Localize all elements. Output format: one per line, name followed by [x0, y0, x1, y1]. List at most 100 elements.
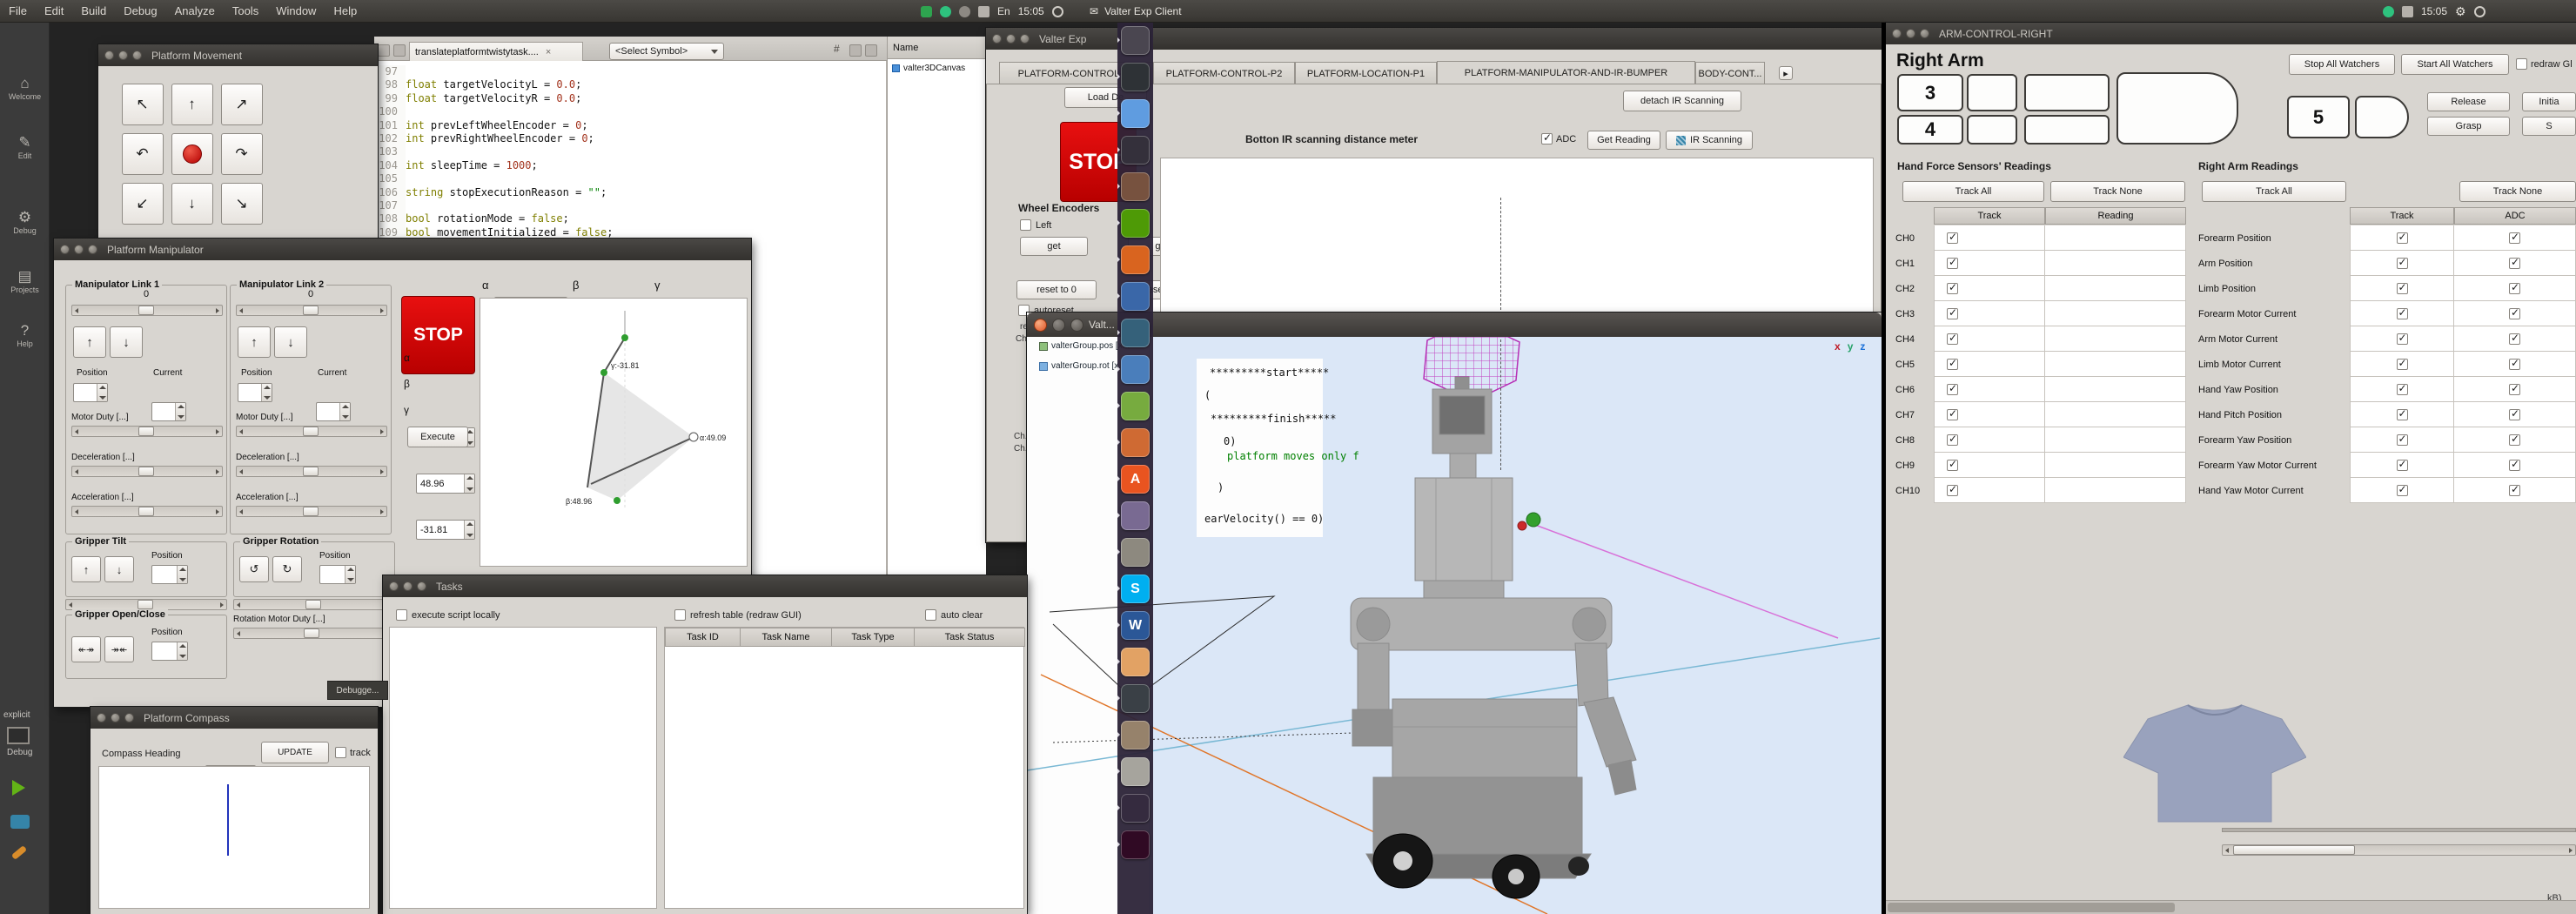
- view-slider[interactable]: [2222, 844, 2576, 856]
- link2-up-button[interactable]: ↑: [238, 326, 271, 358]
- link2-motor-duty-slider[interactable]: [236, 426, 387, 437]
- finger-3-box[interactable]: 3: [1897, 74, 1963, 111]
- track-checkbox[interactable]: [2397, 485, 2408, 496]
- link1-position-spinbox[interactable]: [73, 383, 108, 402]
- squeeze-button[interactable]: S: [2522, 117, 2576, 136]
- finger-5-box[interactable]: 5: [2287, 96, 2350, 138]
- viewer3d-canvas[interactable]: valterGroup.pos [x... valterGroup.rot [x…: [1027, 337, 1882, 914]
- link2-position-spinbox[interactable]: [238, 383, 272, 402]
- adc-checkbox[interactable]: [2509, 384, 2520, 395]
- execute-button[interactable]: Execute: [407, 427, 468, 447]
- link1-acceleration-slider[interactable]: [71, 506, 223, 517]
- link1-up-button[interactable]: ↑: [73, 326, 106, 358]
- editor-icon-2[interactable]: [393, 44, 406, 57]
- adc-checkbox[interactable]: [2509, 359, 2520, 370]
- launcher-word-app-icon[interactable]: W: [1121, 611, 1150, 640]
- maximize-icon[interactable]: [132, 50, 142, 60]
- hash-icon[interactable]: #: [834, 43, 840, 55]
- finger-tip-box[interactable]: [2355, 96, 2409, 138]
- adc-checkbox[interactable]: [2509, 434, 2520, 446]
- finger-segment[interactable]: [1967, 74, 2017, 111]
- clock[interactable]: 15:05: [1018, 5, 1044, 17]
- ir-scanning-button[interactable]: IR Scanning: [1666, 131, 1753, 150]
- adc-checkbox[interactable]: [2509, 460, 2520, 471]
- maximize-icon[interactable]: [88, 245, 97, 254]
- execute-script-locally-checkbox[interactable]: execute script locally: [396, 609, 500, 621]
- finger-segment[interactable]: [1967, 115, 2017, 144]
- gripper-open-button[interactable]: ↞↠: [71, 636, 101, 662]
- launcher-settings-icon[interactable]: [1121, 501, 1150, 530]
- track-checkbox[interactable]: [1947, 308, 1958, 319]
- symbol-selector-dropdown[interactable]: <Select Symbol>: [609, 43, 724, 60]
- get-reading-button[interactable]: Get Reading: [1587, 131, 1660, 150]
- close-icon[interactable]: [104, 50, 114, 60]
- arm-track-all-button[interactable]: Track All: [2202, 181, 2346, 202]
- power-icon[interactable]: [2474, 6, 2485, 17]
- movement-forward-left-button[interactable]: ↖: [122, 84, 164, 125]
- menu-debug[interactable]: Debug: [115, 0, 165, 23]
- manipulator-stop-button[interactable]: STOP: [401, 296, 475, 374]
- run-button[interactable]: [12, 780, 25, 796]
- close-icon[interactable]: [992, 34, 1002, 44]
- movement-rotate-right-button[interactable]: ↷: [221, 133, 263, 175]
- launcher-trash-icon[interactable]: [1121, 757, 1150, 786]
- launcher-green-tool-icon[interactable]: [1121, 209, 1150, 238]
- adc-checkbox[interactable]: [2509, 308, 2520, 319]
- minimize-icon[interactable]: [403, 581, 413, 591]
- track-checkbox[interactable]: [2397, 232, 2408, 244]
- minimize-icon[interactable]: [1006, 34, 1016, 44]
- minimize-icon[interactable]: [1052, 319, 1065, 332]
- editor-icon-4[interactable]: [865, 44, 877, 57]
- editor-icon-1[interactable]: [378, 44, 390, 57]
- viewer3d-titlebar[interactable]: Valt...: [1027, 313, 1882, 337]
- movement-backward-right-button[interactable]: ↘: [221, 183, 263, 225]
- editor-icon-3[interactable]: [849, 44, 862, 57]
- update-button[interactable]: UPDATE: [261, 742, 329, 763]
- track-checkbox[interactable]: track: [335, 747, 371, 758]
- track-checkbox[interactable]: [2397, 283, 2408, 294]
- close-icon[interactable]: [1034, 319, 1047, 332]
- detach-ir-scanning-button[interactable]: detach IR Scanning: [1623, 91, 1741, 111]
- tab-overflow-button[interactable]: ▸: [1779, 66, 1793, 80]
- launcher-files-icon[interactable]: [1121, 172, 1150, 201]
- stop-all-watchers-button[interactable]: Stop All Watchers: [2289, 54, 2395, 75]
- debug-run-button[interactable]: [10, 815, 30, 829]
- track-checkbox[interactable]: [2397, 384, 2408, 395]
- track-checkbox[interactable]: [2397, 333, 2408, 345]
- launcher-libreoffice-impress-icon[interactable]: [1121, 428, 1150, 457]
- session-icon[interactable]: [1052, 6, 1063, 17]
- track-checkbox[interactable]: [1947, 409, 1958, 420]
- close-icon[interactable]: [60, 245, 70, 254]
- track-checkbox[interactable]: [2397, 460, 2408, 471]
- maximize-icon[interactable]: [1020, 34, 1030, 44]
- close-icon[interactable]: [389, 581, 399, 591]
- kinematics-canvas[interactable]: γ:-31.81 α:49.09 β:48.96: [480, 298, 748, 567]
- gripper-rotation-slider[interactable]: [233, 599, 395, 610]
- left-wheel-checkbox[interactable]: Left: [1020, 219, 1051, 231]
- sidebar-item[interactable]: valter3DCanvas: [888, 59, 986, 77]
- close-icon[interactable]: ×: [546, 47, 551, 57]
- mode-edit[interactable]: ✎Edit: [0, 134, 50, 160]
- scene-tree-item[interactable]: valterGroup.rot [x,...: [1039, 361, 1128, 371]
- track-checkbox[interactable]: [1947, 333, 1958, 345]
- track-checkbox[interactable]: [2397, 308, 2408, 319]
- sync-indicator-icon[interactable]: [940, 6, 951, 17]
- link2-down-button[interactable]: ↓: [274, 326, 307, 358]
- refresh-table-checkbox[interactable]: refresh table (redraw GUI): [674, 609, 802, 621]
- link2-current-spinbox[interactable]: [316, 402, 351, 421]
- auto-clear-checkbox[interactable]: auto clear: [925, 609, 983, 621]
- movement-forward-button[interactable]: ↑: [171, 84, 213, 125]
- movement-forward-right-button[interactable]: ↗: [221, 84, 263, 125]
- hand-track-all-button[interactable]: Track All: [1902, 181, 2044, 202]
- horizontal-scrollbar[interactable]: [1886, 900, 2576, 914]
- clock[interactable]: 15:05: [2421, 5, 2447, 17]
- track-checkbox[interactable]: [1947, 258, 1958, 269]
- track-checkbox[interactable]: [1947, 460, 1958, 471]
- track-checkbox[interactable]: [2397, 258, 2408, 269]
- menu-window[interactable]: Window: [267, 0, 325, 23]
- adc-checkbox[interactable]: [2509, 258, 2520, 269]
- adc-checkbox[interactable]: [2509, 333, 2520, 345]
- gripper-close-button[interactable]: ↠↞: [104, 636, 134, 662]
- link2-slider[interactable]: [236, 305, 387, 316]
- palm-box[interactable]: [2116, 72, 2238, 144]
